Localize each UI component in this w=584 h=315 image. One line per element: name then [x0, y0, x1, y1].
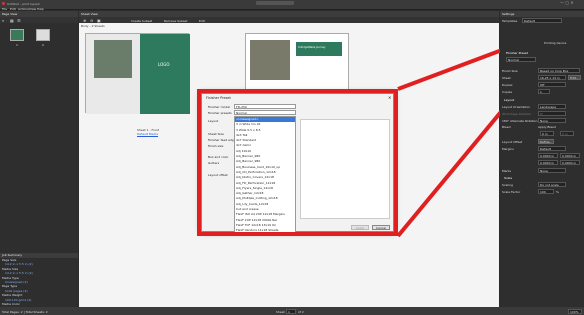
alternate-rotation-label: 180° Alternate Rotation: [502, 119, 538, 123]
sheet-nav-of: of 2: [298, 309, 304, 314]
status-totals: Total Pages: 2 | Total Sheets: 2: [2, 309, 48, 314]
scaling-label: Scaling: [502, 183, 513, 187]
sheet-nav-input[interactable]: 1: [286, 308, 296, 314]
sheet-edit-button[interactable]: Edit...: [568, 75, 581, 80]
define-button[interactable]: Define...: [538, 139, 554, 144]
finisher-preset-label[interactable]: Finisher Preset: [506, 51, 528, 55]
bleed-label: Bleed: [502, 125, 511, 129]
duplex-label: Duplex: [502, 83, 513, 87]
settings-title: Settings: [502, 12, 515, 16]
layout-section-header[interactable]: Layout: [504, 98, 514, 102]
copies-input[interactable]: 1: [538, 89, 550, 94]
settings-panel: Templates Default Printing device Finish…: [500, 17, 584, 307]
sheet-select[interactable]: 16.25 x 13 in: [538, 75, 566, 80]
layout-orientation-label: Layout Orientation: [502, 105, 531, 109]
finish-size-label: Finish Size: [502, 69, 518, 73]
marks-label: Marks: [502, 169, 511, 173]
bleed-input-1[interactable]: 0 in: [540, 131, 554, 136]
sheet-nav-label: Sheet: [276, 309, 285, 314]
scale-factor-input[interactable]: 100: [538, 189, 554, 194]
margin-input-right[interactable]: 0.0000 in: [560, 153, 580, 158]
duplex-select[interactable]: Off: [538, 82, 566, 87]
status-bar: Total Pages: 2 | Total Sheets: 2 Sheet 1…: [0, 307, 584, 315]
layout-orientation-select[interactable]: Landscape: [538, 104, 566, 109]
scale-section-header[interactable]: Scale: [504, 176, 512, 180]
finisher-preset-select[interactable]: Normal: [506, 57, 536, 62]
sheet-label: Sheet: [502, 76, 511, 80]
finish-size-select[interactable]: Based on Crop Box: [538, 68, 580, 73]
margin-input-bottom[interactable]: 0.0000 in: [538, 160, 558, 165]
scale-factor-label: Scale Factor: [502, 190, 521, 194]
printing-device-label: Printing device: [544, 41, 567, 45]
layout-offset-label: Layout Offset: [502, 140, 523, 144]
templates-label: Templates: [502, 19, 518, 23]
zoom-level[interactable]: 100%: [568, 308, 582, 314]
highlight-connector: [396, 48, 546, 238]
templates-select[interactable]: Default: [522, 18, 562, 23]
margin-input-top[interactable]: 0.0000 in: [538, 153, 558, 158]
margins-label: Margins: [502, 147, 514, 151]
marks-select[interactable]: None: [538, 168, 566, 173]
alternate-rotation-select[interactable]: None: [538, 118, 566, 123]
work-page-rotation-label: Work Page Rotation: [502, 112, 532, 116]
scaling-select[interactable]: Do not scale: [538, 182, 566, 187]
apply-bleed-checkbox[interactable]: Apply Bleed: [538, 125, 556, 129]
margin-input-left[interactable]: 0.0000 in: [560, 160, 580, 165]
work-page-rotation-select[interactable]: 0°: [538, 111, 566, 116]
scale-factor-unit: %: [556, 190, 559, 194]
bleed-input-2[interactable]: 0 in: [560, 131, 574, 136]
margins-select[interactable]: Default: [538, 146, 566, 151]
copies-label: Copies: [502, 90, 513, 94]
